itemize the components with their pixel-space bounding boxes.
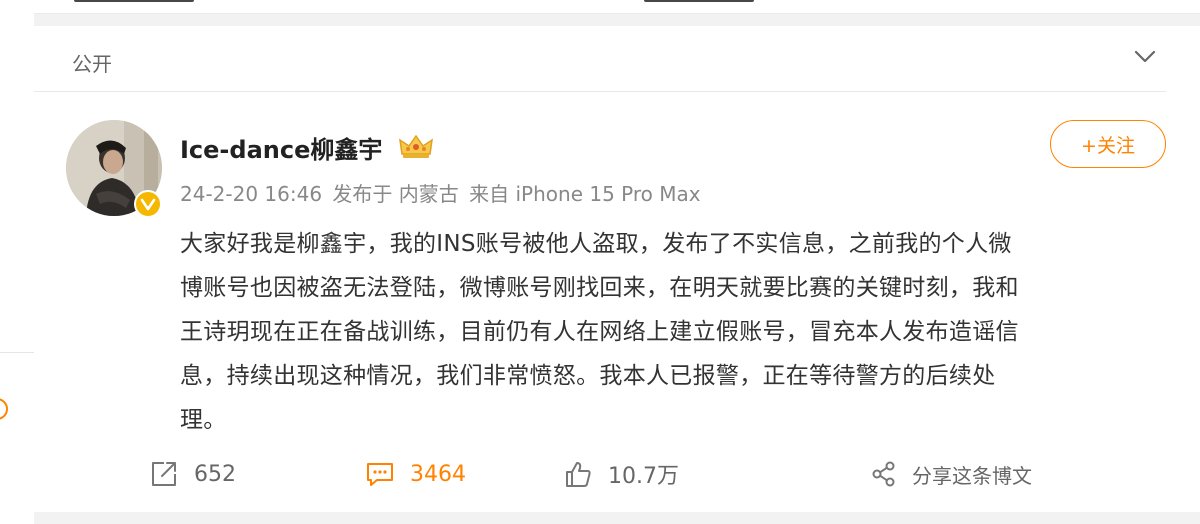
post-datetime[interactable]: 24-2-20 16:46 (180, 182, 322, 206)
visibility-selector[interactable]: 公开 (34, 26, 1166, 92)
post-body-line: 王诗玥现在正在备战训练，目前仍有人在网络上建立假账号，冒充本人发布造谣信 (180, 319, 1019, 345)
repost-button[interactable]: 652 (148, 450, 236, 498)
weibo-post-card: 公开 Ice-dance柳鑫宇 +关注 24-2-20 16:46 发布于 内蒙… (34, 26, 1200, 524)
sidebar-cut-off-icon[interactable] (0, 398, 8, 420)
like-icon (566, 462, 591, 487)
comment-count: 3464 (410, 461, 466, 487)
share-icon (872, 461, 895, 487)
post-meta: 24-2-20 16:46 发布于 内蒙古 来自 iPhone 15 Pro M… (180, 178, 705, 207)
comment-button[interactable]: 3464 (364, 450, 466, 498)
back-navigation-cut-off[interactable] (74, 0, 194, 2)
post-body-line: 理。 (180, 407, 227, 433)
verified-badge-icon (134, 190, 162, 218)
author-name[interactable]: Ice-dance柳鑫宇 (180, 130, 382, 165)
header-title-cut-off (644, 0, 754, 2)
post-body-line: 息，持续出现这种情况，我们非常愤怒。我本人已报警，正在等待警方的后续处 (180, 363, 996, 389)
share-label: 分享这条博文 (912, 463, 1032, 488)
follow-button[interactable]: +关注 (1050, 120, 1166, 168)
action-bar: 652 3464 10.7万 分享这条博文 (34, 450, 1200, 498)
like-button[interactable]: 10.7万 (562, 450, 679, 498)
post-body-line: 博账号也因被盗无法登陆，微博账号刚找回来，在明天就要比赛的关键时刻，我和 (180, 275, 1019, 301)
crown-icon (399, 134, 433, 158)
post-body-line: 大家好我是柳鑫宇，我的INS账号被他人盗取，发布了不实信息，之前我的个人微 (180, 231, 1012, 257)
feed-gap (34, 512, 1200, 524)
repost-count: 652 (194, 461, 236, 487)
chevron-down-icon[interactable] (1134, 50, 1156, 64)
sidebar-divider (0, 352, 34, 353)
top-header-cut-off (34, 0, 1200, 14)
share-button[interactable]: 分享这条博文 (870, 450, 1032, 498)
repost-icon (152, 462, 176, 486)
visibility-label: 公开 (72, 52, 112, 76)
post-body: 大家好我是柳鑫宇，我的INS账号被他人盗取，发布了不实信息，之前我的个人微 博账… (180, 222, 1168, 442)
post-source: 来自 iPhone 15 Pro Max (469, 182, 701, 206)
like-count: 10.7万 (608, 464, 679, 489)
left-sidebar-edge (0, 0, 34, 524)
post-location: 发布于 内蒙古 (332, 182, 459, 206)
comment-icon (367, 463, 393, 486)
